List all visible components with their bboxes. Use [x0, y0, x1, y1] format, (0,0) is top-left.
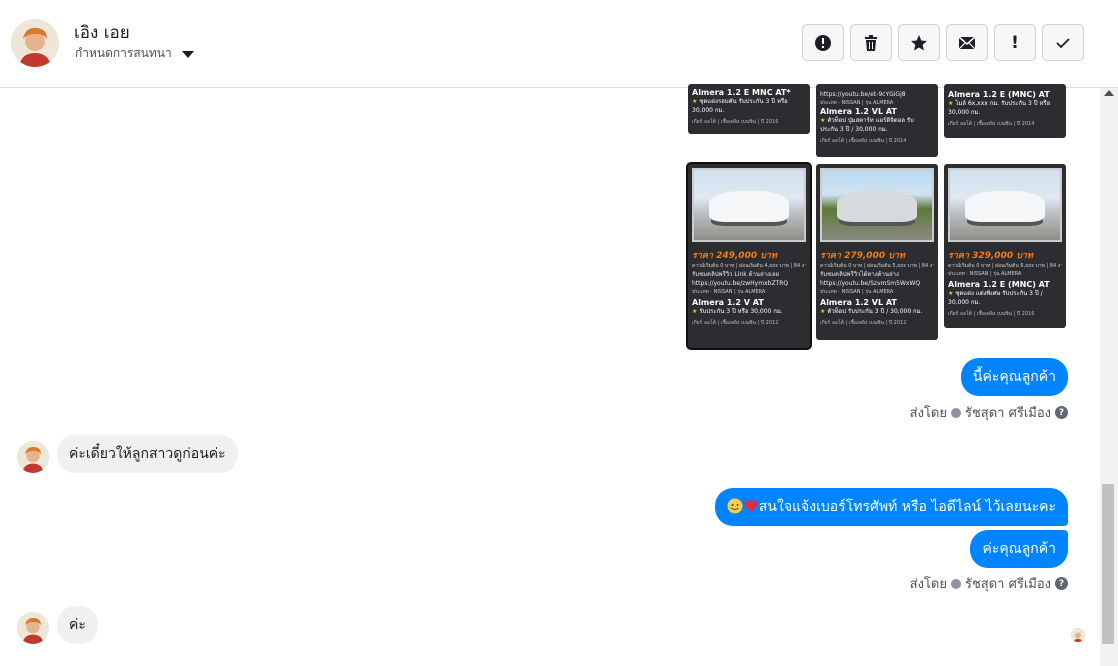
scroll-up-arrow-icon[interactable] [1104, 90, 1114, 96]
car-description: ★ ไมล์ 6x,xxx กม. รับประกัน 3 ปี หรือ [948, 100, 1051, 107]
car-card[interactable]: https://youtu.be/et-9cYGiGj8 ประเภท · NI… [816, 84, 938, 157]
car-brand-line: ประเภท · NISSAN | รุ่น ALMERA [820, 289, 894, 295]
car-footer: เกียร์ ออโต้ | เชื้อเพลิง เบนซิน | ปี 20… [820, 138, 907, 144]
car-model: Almera 1.2 E MNC AT* [692, 88, 791, 97]
messenger-window: เอิง เอย กำหนดการสนทนา ! Almera 1.2 E MN… [0, 0, 1118, 666]
car-footer: เกียร์ ออโต้ | เชื้อเพลิง เบนซิน | ปี 20… [692, 119, 779, 125]
car-video-link[interactable]: https://youtu.be/SzvmSm5WxWQ [820, 279, 934, 288]
outgoing-message[interactable]: สนใจแจ้งเบอร์โทรศัพท์ หรือ ไอดีไลน์ ไว้เ… [714, 488, 1068, 526]
car-price: ราคา 249,000 บาท [692, 251, 777, 261]
done-button[interactable] [1042, 24, 1084, 61]
verified-icon [950, 578, 961, 589]
report-button[interactable] [802, 24, 844, 61]
car-photo [692, 168, 806, 242]
verified-icon [950, 407, 961, 418]
delete-button[interactable] [850, 24, 892, 61]
car-price: ราคา 329,000 บาท [948, 251, 1033, 261]
car-card[interactable]: ราคา 329,000 บาท ดาวน์เริ่มต้น 0 บาท | ผ… [944, 164, 1066, 328]
scrollbar[interactable] [1100, 88, 1118, 666]
car-description: ★ ชุดแต่งรอบคัน รับประกัน 3 ปี หรือ [692, 98, 788, 105]
help-icon[interactable]: ? [1055, 406, 1068, 419]
contact-avatar-small [17, 612, 49, 644]
car-footer: เกียร์ ออโต้ | เชื้อเพลิง เบนซิน | ปี 20… [820, 320, 907, 326]
sent-by-label: ส่งโดย รัชสุดา ศรีเมือง ? [910, 573, 1068, 594]
red-heart-icon [744, 500, 758, 512]
sender-name: รัชสุดา ศรีเมือง [964, 406, 1051, 421]
star-button[interactable] [898, 24, 940, 61]
car-spec-line: ดาวน์เริ่มต้น 0 บาท | ผ่อนเริ่มต้น 5,xxx… [820, 263, 934, 269]
scroll-thumb[interactable] [1102, 484, 1114, 644]
car-photo [948, 168, 1062, 242]
car-brand-line: ประเภท · NISSAN | รุ่น ALMERA [692, 289, 766, 295]
important-button[interactable]: ! [994, 24, 1036, 61]
car-card[interactable]: Almera 1.2 E (MNC) AT ★ ไมล์ 6x,xxx กม. … [944, 84, 1066, 138]
car-description-2: 30,000 กม. [692, 107, 725, 114]
car-footer: เกียร์ ออโต้ | เชื้อเพลิง เบนซิน | ปี 20… [692, 320, 779, 326]
alert-circle-icon [815, 34, 831, 51]
envelope-icon [958, 35, 976, 49]
car-description-2: 30,000 กม. [948, 299, 981, 306]
car-preview-note: รับชมคลิปพรีวิว Link ด้านล่างเลย [692, 271, 780, 278]
conversation-header: เอิง เอย กำหนดการสนทนา ! [0, 0, 1118, 88]
car-spec-line: ประเภท · NISSAN | รุ่น ALMERA [820, 100, 894, 106]
outgoing-message[interactable]: นี้ค่ะคุณลูกค้า [960, 358, 1068, 396]
star-icon [911, 34, 927, 50]
trash-icon [865, 34, 877, 51]
car-model: Almera 1.2 V AT [692, 298, 764, 307]
car-footer: เกียร์ ออโต้ | เชื้อเพลิง เบนซิน | ปี 20… [948, 121, 1035, 127]
outgoing-message-text: สนใจแจ้งเบอร์โทรศัพท์ หรือ ไอดีไลน์ ไว้เ… [758, 499, 1056, 515]
car-card[interactable]: Almera 1.2 E MNC AT* ★ ชุดแต่งรอบคัน รับ… [688, 84, 810, 134]
sent-by-label: ส่งโดย รัชสุดา ศรีเมือง ? [910, 402, 1068, 423]
sender-name: รัชสุดา ศรีเมือง [964, 577, 1051, 592]
car-description: ★ รับประกัน 3 ปี หรือ 30,000 กม. [692, 308, 783, 315]
car-footer: เกียร์ ออโต้ | เชื้อเพลิง เบนซิน | ปี 20… [948, 311, 1035, 317]
check-icon [1056, 37, 1070, 48]
car-card[interactable]: ราคา 279,000 บาท ดาวน์เริ่มต้น 0 บาท | ผ… [816, 164, 938, 340]
car-spec-line: ดาวน์เริ่มต้น 0 บาท | ผ่อนเริ่มต้น 4,xxx… [692, 263, 806, 269]
car-model: Almera 1.2 E (MNC) AT [948, 280, 1050, 289]
contact-avatar-small [17, 441, 49, 473]
car-model: Almera 1.2 VL AT [820, 107, 897, 116]
car-photo [820, 168, 934, 242]
smiling-face-with-hearts-icon [727, 498, 743, 514]
car-video-link[interactable]: https://youtu.be/zwHymxbZTRQ [692, 279, 806, 288]
header-toolbar: ! [802, 24, 1084, 61]
caret-down-icon [181, 51, 194, 58]
exclamation-icon: ! [1011, 32, 1019, 53]
car-description-2: ประกัน 3 ปี / 30,000 กม. [820, 126, 888, 133]
conversation-settings[interactable]: กำหนดการสนทนา [75, 44, 194, 63]
conversation-settings-label: กำหนดการสนทนา [75, 46, 172, 60]
help-icon[interactable]: ? [1055, 577, 1068, 590]
car-description: ★ ตัวท็อป ปุ่มสตาร์ท แอร์ดิจิตอล รับ [820, 117, 914, 124]
car-price: ราคา 279,000 บาท [820, 251, 905, 261]
car-model: Almera 1.2 VL AT [820, 298, 897, 307]
seen-avatar [1071, 628, 1085, 642]
car-description: ★ ชุดแต่ง แต่งพิเศษ รับประกัน 3 ปี / [948, 290, 1043, 297]
car-description: ★ ตัวท็อป รับประกัน 3 ปี / 30,000 กม. [820, 308, 923, 315]
car-spec-line: ดาวน์เริ่มต้น 0 บาท | ผ่อนเริ่มต้น 6,xxx… [948, 263, 1062, 269]
contact-name[interactable]: เอิง เอย [74, 19, 130, 46]
incoming-message[interactable]: ค่ะเดี๋ยวให้ลูกสาวดูก่อนค่ะ [57, 435, 238, 473]
outgoing-message[interactable]: ค่ะคุณลูกค้า [970, 530, 1068, 568]
car-card[interactable]: ราคา 249,000 บาท ดาวน์เริ่มต้น 0 บาท | ผ… [688, 164, 810, 348]
car-video-link[interactable]: https://youtu.be/et-9cYGiGj8 [820, 90, 934, 99]
car-description-2: 30,000 กม. [948, 109, 981, 116]
car-model: Almera 1.2 E (MNC) AT [948, 90, 1050, 99]
car-preview-note: รับชมคลิปพรีวิวได้ทางด้านล่าง [820, 271, 899, 278]
incoming-message[interactable]: ค่ะ [57, 606, 98, 644]
car-brand-line: ประเภท · NISSAN | รุ่น ALMERA [948, 271, 1022, 277]
contact-avatar[interactable] [11, 19, 59, 67]
mail-button[interactable] [946, 24, 988, 61]
